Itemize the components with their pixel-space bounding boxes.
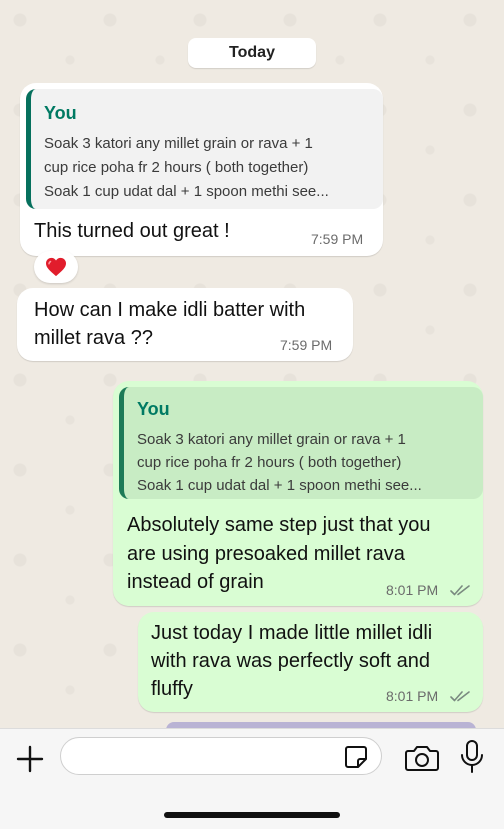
outgoing-message[interactable]: You Soak 3 katori any millet grain or ra…	[113, 381, 483, 606]
double-check-icon	[450, 585, 470, 596]
heart-icon	[46, 257, 66, 277]
quote-text-line: cup rice poha fr 2 hours ( both together…	[44, 159, 309, 176]
quote-text-line: cup rice poha fr 2 hours ( both together…	[137, 454, 402, 471]
message-input[interactable]	[75, 744, 339, 770]
message-text-line: millet rava ??	[34, 327, 153, 349]
camera-icon[interactable]	[404, 743, 440, 773]
quoted-message[interactable]: You Soak 3 katori any millet grain or ra…	[119, 387, 483, 499]
incoming-message[interactable]: You Soak 3 katori any millet grain or ra…	[20, 83, 383, 256]
message-timestamp: 8:01 PM	[386, 582, 439, 598]
message-input-box[interactable]	[60, 737, 382, 775]
heart-reaction[interactable]	[34, 251, 78, 283]
message-text-line: fluffy	[151, 678, 193, 700]
message-timestamp: 8:01 PM	[386, 688, 439, 704]
message-text-line: Absolutely same step just that you	[127, 514, 431, 536]
chat-area[interactable]: Today You Soak 3 katori any millet grain…	[0, 0, 504, 728]
message-text-line: are using presoaked millet rava	[127, 543, 405, 565]
quoted-message[interactable]: You Soak 3 katori any millet grain or ra…	[26, 89, 383, 209]
message-text-line: This turned out great !	[34, 220, 230, 242]
quote-text-line: Soak 3 katori any millet grain or rava +…	[137, 431, 406, 448]
message-text-line: instead of grain	[127, 571, 264, 593]
date-divider: Today	[188, 38, 316, 68]
plus-icon[interactable]	[14, 743, 46, 775]
message-text-line: with rava was perfectly soft and	[151, 650, 431, 672]
quote-text-line: Soak 1 cup udat dal + 1 spoon methi see.…	[137, 477, 422, 494]
quote-text-line: Soak 1 cup udat dal + 1 spoon methi see.…	[44, 183, 329, 200]
microphone-icon[interactable]	[458, 739, 486, 775]
quote-author: You	[44, 103, 77, 123]
home-indicator[interactable]	[164, 812, 340, 818]
sticker-icon[interactable]	[343, 744, 369, 770]
double-check-icon	[450, 691, 470, 702]
quote-author: You	[137, 399, 170, 419]
message-timestamp: 7:59 PM	[280, 337, 333, 353]
incoming-message[interactable]: How can I make idli batter with millet r…	[17, 288, 353, 361]
outgoing-message[interactable]: Just today I made little millet idli wit…	[138, 612, 483, 712]
message-timestamp: 7:59 PM	[311, 231, 364, 247]
message-text-line: Just today I made little millet idli	[151, 622, 433, 644]
quote-text-line: Soak 3 katori any millet grain or rava +…	[44, 135, 313, 152]
message-text-line: How can I make idli batter with	[34, 299, 306, 321]
